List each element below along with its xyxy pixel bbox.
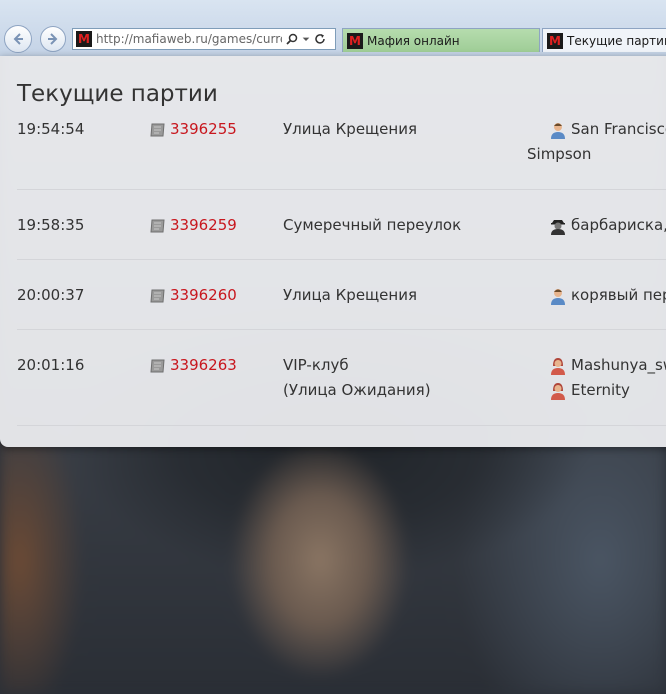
- game-id-link[interactable]: 3396255: [170, 117, 237, 142]
- tab-mafia-online[interactable]: M Мафия онлайн: [342, 28, 540, 52]
- female-user-icon: [551, 382, 565, 400]
- search-icon[interactable]: [286, 33, 298, 45]
- tab-current-games[interactable]: M Текущие партии ::: [542, 28, 666, 52]
- scroll-icon: [150, 289, 165, 302]
- player-entry[interactable]: корявый пер: [549, 283, 666, 308]
- row-divider: [17, 259, 666, 260]
- dropdown-arrow-icon[interactable]: [302, 33, 310, 45]
- game-link-cell: 3396259: [149, 213, 237, 238]
- game-link-cell: 3396255: [149, 117, 237, 142]
- address-url[interactable]: http://mafiaweb.ru/games/current/: [96, 32, 282, 46]
- player-name: Simpson: [527, 145, 592, 163]
- current-games-panel: Текущие партии 19:54:54 3396255 Улица Кр…: [0, 56, 666, 447]
- game-link-cell: 3396263: [149, 353, 237, 378]
- male-user-icon: [551, 288, 565, 305]
- row-divider: [17, 189, 666, 190]
- scroll-icon: [150, 123, 165, 136]
- game-time: 20:01:16: [17, 356, 85, 374]
- player-name: Mashunya_sw: [571, 356, 666, 374]
- game-time: 19:54:54: [17, 120, 85, 138]
- game-location: Улица Крещения: [283, 286, 417, 304]
- player-entry[interactable]: San Francisco: [549, 117, 666, 142]
- tab-favicon-icon: M: [547, 32, 563, 49]
- refresh-icon[interactable]: [314, 33, 326, 45]
- spy-user-icon: [551, 219, 565, 235]
- scroll-icon: [150, 359, 165, 372]
- forward-button[interactable]: [40, 26, 66, 52]
- player-name: Eternity: [571, 381, 630, 399]
- address-bar[interactable]: M http://mafiaweb.ru/games/current/: [72, 28, 336, 50]
- game-id-link[interactable]: 3396260: [170, 283, 237, 308]
- player-name: корявый пер: [571, 286, 666, 304]
- player-name: барбариска,: [571, 216, 666, 234]
- male-user-icon: [551, 122, 565, 139]
- game-location: VIP-клуб (Улица Ожидания): [283, 353, 431, 403]
- player-name: San Francisco: [571, 120, 666, 138]
- tab-label: Текущие партии ::: [567, 33, 666, 48]
- players-list: барбариска,: [549, 213, 666, 238]
- game-location: Улица Крещения: [283, 120, 417, 138]
- game-location: Сумеречный переулок: [283, 216, 462, 234]
- site-favicon-icon: M: [76, 31, 92, 47]
- player-entry[interactable]: барбариска,: [549, 213, 666, 238]
- players-list: San Francisco Simpson: [527, 117, 666, 167]
- browser-toolbar: M http://mafiaweb.ru/games/current/ M Ма…: [0, 0, 666, 56]
- row-divider: [17, 425, 666, 426]
- forward-arrow-icon: [48, 33, 58, 45]
- game-id-link[interactable]: 3396263: [170, 353, 237, 378]
- row-divider: [17, 329, 666, 330]
- back-arrow-icon: [13, 33, 23, 45]
- game-time: 19:58:35: [17, 216, 85, 234]
- game-id-link[interactable]: 3396259: [170, 213, 237, 238]
- players-list: корявый пер: [549, 283, 666, 308]
- tab-label: Мафия онлайн: [367, 33, 460, 48]
- location-line: VIP-клуб: [283, 356, 349, 374]
- tab-favicon-icon: M: [347, 32, 363, 49]
- player-entry[interactable]: Mashunya_sw: [549, 353, 666, 378]
- game-link-cell: 3396260: [149, 283, 237, 308]
- player-entry[interactable]: Eternity: [549, 378, 666, 403]
- female-user-icon: [551, 357, 565, 375]
- player-name-continuation: Simpson: [527, 142, 666, 167]
- game-time: 20:00:37: [17, 286, 85, 304]
- scroll-icon: [150, 219, 165, 232]
- location-line: (Улица Ожидания): [283, 381, 431, 399]
- page-title: Текущие партии: [17, 81, 218, 107]
- players-list: Mashunya_sw Eternity: [549, 353, 666, 403]
- back-button[interactable]: [4, 25, 32, 53]
